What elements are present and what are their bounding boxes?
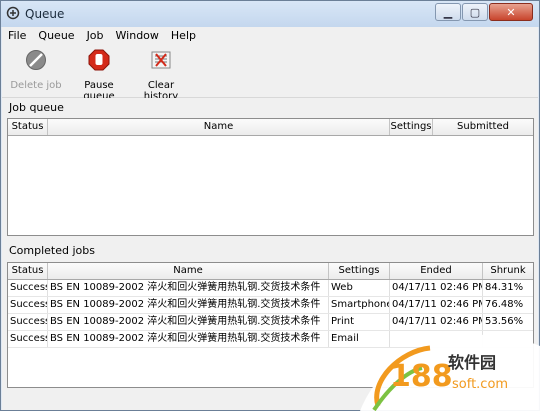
cell-shrunk: 84.31% bbox=[485, 282, 524, 293]
cell-name: BS EN 10089-2002 淬火和回火弹簧用热轧钢.交货技术条件 bbox=[48, 297, 329, 313]
watermark-number: 188 bbox=[390, 359, 453, 394]
cell-status: Success bbox=[8, 314, 48, 330]
cell-status: Success bbox=[8, 297, 48, 313]
menu-help[interactable]: Help bbox=[165, 27, 202, 45]
delete-icon bbox=[26, 50, 46, 70]
cell-status: Success bbox=[8, 331, 48, 347]
watermark-logo: 188 软件园 soft.com bbox=[360, 334, 540, 411]
col-status[interactable]: Status bbox=[8, 119, 48, 135]
clear-history-button[interactable]: Clear history bbox=[132, 49, 190, 102]
cell-ended: 04/17/11 02:46 PM bbox=[390, 280, 483, 296]
table-row[interactable]: Success BS EN 10089-2002 淬火和回火弹簧用热轧钢.交货技… bbox=[8, 280, 533, 297]
delete-job-label: Delete job bbox=[10, 80, 62, 91]
completed-header: Status Name Settings Ended Shrunk bbox=[8, 263, 533, 280]
watermark-domain: soft.com bbox=[452, 377, 508, 392]
window-title: Queue bbox=[25, 7, 65, 21]
cell-name: BS EN 10089-2002 淬火和回火弹簧用热轧钢.交货技术条件 bbox=[48, 331, 329, 347]
job-queue-table[interactable]: Status Name Settings Submitted bbox=[7, 118, 534, 236]
cell-status: Success bbox=[8, 280, 48, 296]
toolbar: Delete job Pause queue Clear history bbox=[2, 45, 538, 102]
col-status[interactable]: Status bbox=[8, 263, 48, 279]
table-row[interactable]: Success BS EN 10089-2002 淬火和回火弹簧用热轧钢.交货技… bbox=[8, 297, 533, 314]
menu-bar: File Queue Job Window Help bbox=[2, 27, 538, 45]
clear-history-icon bbox=[151, 51, 171, 69]
job-queue-header: Status Name Settings Submitted bbox=[8, 119, 533, 136]
app-icon bbox=[6, 6, 20, 20]
cell-shrunk: 76.48% bbox=[485, 299, 524, 310]
menu-window[interactable]: Window bbox=[110, 27, 165, 45]
col-name[interactable]: Name bbox=[48, 263, 329, 279]
menu-file[interactable]: File bbox=[2, 27, 32, 45]
completed-jobs-label: Completed jobs bbox=[9, 244, 95, 257]
col-settings[interactable]: Settings bbox=[390, 119, 433, 135]
col-name[interactable]: Name bbox=[48, 119, 390, 135]
job-queue-label: Job queue bbox=[9, 101, 64, 114]
close-button[interactable]: ✕ bbox=[489, 3, 533, 21]
stop-hand-icon bbox=[88, 49, 110, 71]
col-shrunk[interactable]: Shrunk bbox=[483, 263, 533, 279]
watermark-text: 软件园 bbox=[448, 353, 496, 372]
delete-job-button[interactable]: Delete job bbox=[10, 49, 62, 91]
cell-name: BS EN 10089-2002 淬火和回火弹簧用热轧钢.交货技术条件 bbox=[48, 280, 329, 296]
window-controls: ▁ ▢ ✕ bbox=[435, 3, 533, 21]
maximize-icon: ▢ bbox=[469, 5, 481, 19]
menu-job[interactable]: Job bbox=[81, 27, 110, 45]
minimize-button[interactable]: ▁ bbox=[435, 3, 461, 21]
cell-ended: 04/17/11 02:46 PM bbox=[390, 297, 483, 313]
col-ended[interactable]: Ended bbox=[390, 263, 483, 279]
cell-name: BS EN 10089-2002 淬火和回火弹簧用热轧钢.交货技术条件 bbox=[48, 314, 329, 330]
close-icon: ✕ bbox=[506, 5, 516, 19]
col-submitted[interactable]: Submitted bbox=[433, 119, 533, 135]
maximize-button[interactable]: ▢ bbox=[462, 3, 488, 21]
col-settings[interactable]: Settings bbox=[329, 263, 390, 279]
minimize-icon: ▁ bbox=[443, 5, 453, 19]
menu-queue[interactable]: Queue bbox=[32, 27, 80, 45]
cell-settings: Smartphone bbox=[329, 297, 390, 313]
cell-settings: Web bbox=[329, 280, 390, 296]
title-bar: Queue ▁ ▢ ✕ bbox=[1, 1, 539, 27]
pause-queue-button[interactable]: Pause queue bbox=[68, 49, 130, 102]
